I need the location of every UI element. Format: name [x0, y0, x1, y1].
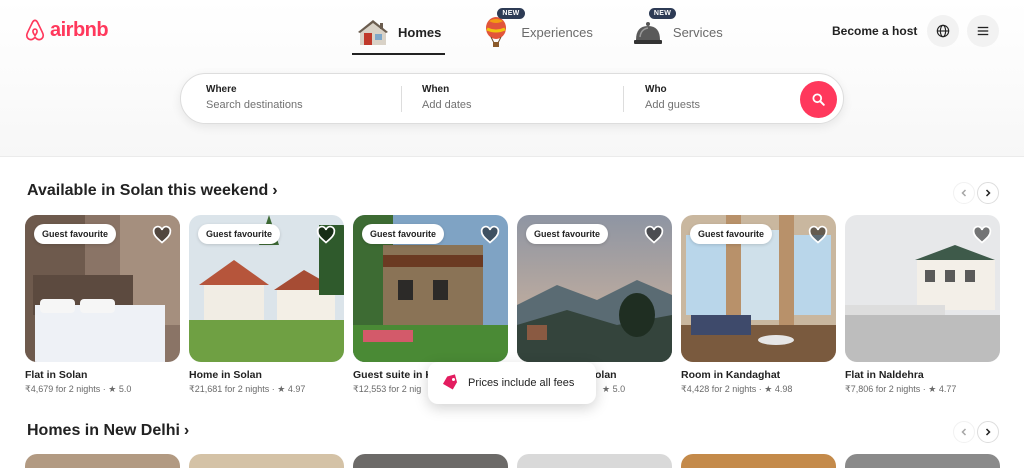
chevron-right-icon [985, 189, 991, 197]
guest-favourite-badge: Guest favourite [690, 224, 773, 244]
become-host-link[interactable]: Become a host [832, 24, 917, 38]
listing-photo[interactable] [353, 454, 508, 468]
listing-card[interactable]: Guest favourite Home in Solan ₹21,681 fo… [189, 215, 344, 395]
listing-photo[interactable] [25, 454, 180, 468]
chevron-right-icon [985, 428, 991, 436]
listing-title: Flat in Solan [25, 369, 88, 381]
listing-photo[interactable]: Guest favourite [681, 215, 836, 362]
search-divider [401, 86, 402, 112]
listing-price-rating: ₹4,679 for 2 nights · ★ 5.0 [25, 384, 132, 394]
listing-photo[interactable] [681, 454, 836, 468]
service-bell-icon [633, 22, 662, 44]
who-placeholder: Add guests [645, 99, 701, 111]
carousel-next-button[interactable] [977, 182, 999, 204]
when-placeholder: Add dates [422, 99, 472, 111]
listing-price-rating: ₹7,806 for 2 nights · ★ 4.77 [845, 384, 957, 394]
listing-price-rating: ₹4,428 for 2 nights · ★ 4.98 [681, 384, 793, 394]
heart-icon[interactable] [152, 225, 172, 245]
carousel-prev-button[interactable] [953, 182, 975, 204]
section-title-solan-text: Available in Solan this weekend [27, 182, 269, 199]
listing-photo[interactable]: Guest favourite [25, 215, 180, 362]
guest-favourite-badge: Guest favourite [34, 224, 117, 244]
listing-card[interactable]: Flat in Naldehra ₹7,806 for 2 nights · ★… [845, 215, 1000, 395]
guest-favourite-badge: Guest favourite [526, 224, 609, 244]
hamburger-menu-icon [977, 26, 989, 36]
listing-photo[interactable]: Guest favourite [353, 215, 508, 362]
search-icon [812, 93, 825, 106]
hot-air-balloon-icon [486, 17, 507, 47]
listing-title: Home in Solan [189, 369, 262, 381]
tab-experiences[interactable]: NEW Experiences [475, 8, 597, 52]
search-when[interactable]: When Add dates [422, 84, 472, 111]
listing-card[interactable]: Guest favourite Room in Kandaghat ₹4,428… [681, 215, 836, 395]
tab-services-label: Services [672, 24, 723, 40]
carousel-next-button[interactable] [977, 421, 999, 443]
carousel-prev-button[interactable] [953, 421, 975, 443]
main-menu-button[interactable] [967, 15, 999, 47]
tab-services[interactable]: NEW Services [627, 8, 727, 52]
who-title: Who [645, 84, 667, 95]
listing-photo[interactable] [189, 454, 344, 468]
airbnb-logo-icon [25, 19, 45, 41]
chevron-right-icon: › [183, 422, 190, 439]
guest-favourite-badge: Guest favourite [198, 224, 281, 244]
section-title-new-delhi[interactable]: Homes in New Delhi › [27, 422, 189, 440]
listing-price-rating: ₹21,681 for 2 nights · ★ 4.97 [189, 384, 306, 394]
where-placeholder: Search destinations [206, 99, 303, 111]
when-title: When [422, 84, 450, 95]
search-who[interactable]: Who Add guests [645, 84, 700, 111]
listing-photo[interactable] [845, 215, 1000, 362]
airbnb-logo[interactable]: airbnb [24, 18, 109, 42]
globe-icon [936, 24, 950, 38]
listing-photo[interactable]: Guest favourite [189, 215, 344, 362]
price-info-text: Prices include all fees [468, 377, 575, 389]
chevron-left-icon [961, 189, 967, 197]
chevron-right-icon: › [272, 182, 278, 199]
section-title-new-delhi-text: Homes in New Delhi [27, 422, 180, 439]
tab-homes-label: Homes [398, 24, 442, 40]
section-title-solan[interactable]: Available in Solan this weekend › [27, 182, 278, 200]
language-button[interactable] [927, 15, 959, 47]
listing-photo[interactable]: Guest favourite [517, 215, 672, 362]
new-badge-experiences: NEW [497, 8, 525, 19]
chevron-left-icon [961, 428, 967, 436]
search-bar: Where Search destinations When Add dates… [180, 73, 844, 124]
listing-photo[interactable] [517, 454, 672, 468]
search-divider [623, 86, 624, 112]
tab-homes[interactable]: Homes [352, 12, 446, 55]
listing-title: Flat in Naldehra [845, 369, 924, 381]
search-button[interactable] [800, 81, 837, 118]
listing-card[interactable]: Guest favourite Flat in Solan ₹4,679 for… [25, 215, 180, 395]
guest-favourite-badge: Guest favourite [362, 224, 445, 244]
listing-carousel-new-delhi [25, 454, 1000, 468]
category-nav: Homes NEW Experiences NEW Services [352, 8, 727, 55]
where-title: Where [206, 84, 237, 95]
price-tag-icon [442, 374, 458, 390]
heart-icon[interactable] [972, 225, 992, 245]
brand-name: airbnb [50, 18, 109, 41]
heart-icon[interactable] [480, 225, 500, 245]
listing-title: Room in Kandaghat [681, 369, 781, 381]
tab-experiences-label: Experiences [521, 24, 593, 40]
header: airbnb Homes NEW Experiences NEW Service… [0, 0, 1024, 157]
new-badge-services: NEW [648, 8, 677, 19]
price-info-toast: Prices include all fees [428, 362, 596, 404]
heart-icon[interactable] [808, 225, 828, 245]
listing-photo[interactable] [845, 454, 1000, 468]
house-icon [358, 20, 388, 45]
search-where[interactable]: Where Search destinations [206, 84, 303, 111]
heart-icon[interactable] [316, 225, 336, 245]
heart-icon[interactable] [644, 225, 664, 245]
